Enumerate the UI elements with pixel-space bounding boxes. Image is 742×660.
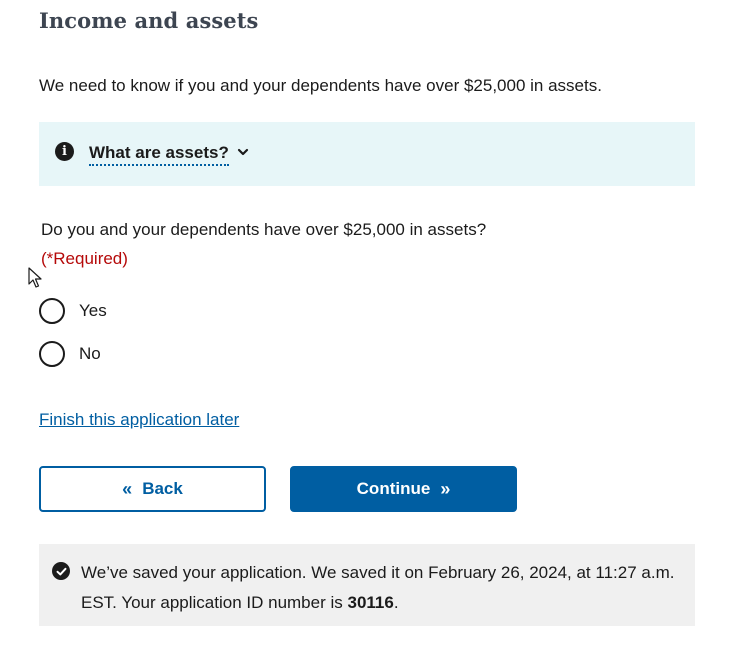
back-button[interactable]: « Back (39, 466, 266, 512)
application-id: 30116 (347, 593, 394, 612)
radio-label-no: No (79, 344, 101, 363)
double-chevron-right-icon: » (440, 478, 451, 499)
application-page: Income and assets We need to know if you… (0, 0, 742, 660)
saved-notice-text: We’ve saved your application. We saved i… (81, 558, 675, 618)
check-circle-icon (52, 562, 70, 580)
radio-option-no[interactable]: No (39, 341, 101, 367)
what-are-assets-expander[interactable]: i What are assets? (39, 122, 695, 186)
finish-later-link[interactable]: Finish this application later (39, 410, 239, 430)
section-title: Income and assets (39, 8, 259, 33)
chevron-down-icon (237, 148, 248, 156)
saved-notice-end: . (393, 593, 399, 612)
radio-button-yes[interactable] (39, 298, 65, 324)
mouse-cursor-icon (28, 267, 42, 288)
radio-button-no[interactable] (39, 341, 65, 367)
continue-button[interactable]: Continue » (290, 466, 517, 512)
back-button-label: Back (142, 479, 183, 498)
saved-notice: We’ve saved your application. We saved i… (39, 544, 695, 626)
assets-question: Do you and your dependents have over $25… (41, 220, 487, 239)
radio-option-yes[interactable]: Yes (39, 298, 107, 324)
continue-button-label: Continue (356, 479, 431, 498)
double-chevron-left-icon: « (122, 478, 133, 499)
intro-text: We need to know if you and your dependen… (39, 76, 602, 95)
info-icon: i (55, 141, 74, 161)
expander-label: What are assets? (89, 143, 229, 166)
radio-label-yes: Yes (79, 301, 107, 320)
required-indicator: (*Required) (41, 249, 128, 268)
